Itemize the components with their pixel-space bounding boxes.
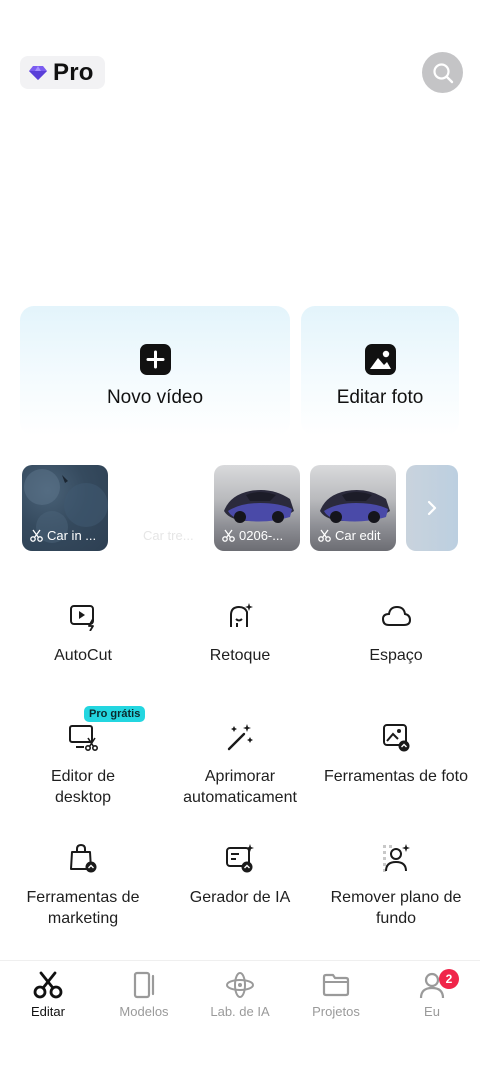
tool-ai-generator[interactable]: Gerador de IA: [165, 843, 315, 908]
edit-photo-label: Editar foto: [336, 387, 424, 408]
tool-auto-enhance[interactable]: Aprimorar automaticament: [165, 722, 315, 808]
tool-marketing[interactable]: Ferramentas de marketing: [8, 843, 158, 929]
project-caption: Car in ...: [30, 528, 104, 543]
car-image: [320, 490, 390, 523]
tool-autocut[interactable]: AutoCut: [8, 601, 158, 666]
nav-projects[interactable]: Projetos: [288, 971, 384, 1019]
gem-icon: [29, 65, 47, 80]
nav-templates[interactable]: Modelos: [96, 971, 192, 1019]
search-button[interactable]: [422, 52, 463, 93]
new-video-card[interactable]: Novo vídeo: [20, 306, 290, 436]
pro-badge[interactable]: Pro: [20, 56, 105, 89]
face-retouch-icon: [230, 603, 253, 627]
plus-square-icon: [139, 344, 171, 375]
folder-icon: [322, 973, 350, 997]
bottom-nav: Editar Modelos Lab. de IA Projetos 2 Eu: [0, 960, 480, 1066]
shopping-bag-icon: [70, 843, 97, 873]
project-thumbnail[interactable]: Car in ...: [22, 465, 108, 551]
car-image: [224, 490, 294, 523]
templates-icon: [133, 971, 155, 999]
scissors-icon: [33, 971, 63, 999]
scissors-icon: [318, 529, 331, 542]
tool-photo-tools[interactable]: Ferramentas de foto: [321, 722, 471, 787]
photo-tools-icon: [383, 724, 410, 752]
search-icon: [432, 62, 453, 83]
project-thumbnail[interactable]: Car tre...: [119, 465, 205, 551]
project-caption: Car tre...: [143, 528, 194, 543]
nav-ai-lab[interactable]: Lab. de IA: [192, 971, 288, 1019]
ai-lab-icon: [226, 972, 254, 998]
project-thumbnail[interactable]: Car edit: [310, 465, 396, 551]
ai-generator-icon: [226, 844, 254, 873]
tool-retouch[interactable]: Retoque: [165, 601, 315, 666]
scissors-icon: [222, 529, 235, 542]
new-video-label: Novo vídeo: [106, 387, 204, 408]
project-caption: Car edit: [318, 528, 392, 543]
pro-free-tag: Pro grátis: [84, 706, 146, 722]
nav-edit[interactable]: Editar: [0, 971, 96, 1019]
notification-badge: 2: [439, 969, 459, 989]
magic-wand-icon: [227, 724, 253, 751]
tool-remove-background[interactable]: Remover plano de fundo: [321, 843, 471, 929]
tool-desktop-editor[interactable]: Editor de desktop: [8, 722, 158, 808]
scissors-icon: [30, 529, 43, 542]
cloud-icon: [381, 605, 411, 626]
project-thumbnail[interactable]: 0206-...: [214, 465, 300, 551]
nav-profile[interactable]: 2 Eu: [384, 969, 480, 1019]
project-caption: 0206-...: [222, 528, 296, 543]
chevron-right-icon: [427, 500, 437, 516]
remove-background-icon: [383, 844, 410, 872]
more-projects-button[interactable]: [406, 465, 458, 551]
edit-photo-card[interactable]: Editar foto: [301, 306, 459, 436]
tool-space[interactable]: Espaço: [321, 601, 471, 666]
autocut-icon: [70, 605, 94, 631]
pro-label: Pro: [53, 58, 94, 86]
image-icon: [364, 344, 396, 375]
desktop-scissors-icon: [69, 725, 98, 751]
